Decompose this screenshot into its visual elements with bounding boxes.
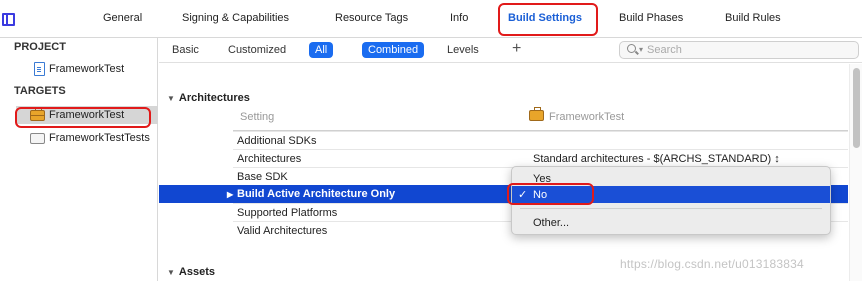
editor-tab-bar: General Signing & Capabilities Resource … <box>0 0 862 38</box>
tab-build-settings[interactable]: Build Settings <box>508 12 582 24</box>
setting-name: Build Active Architecture Only <box>237 188 396 200</box>
vertical-scrollbar[interactable] <box>849 64 862 281</box>
filter-customized[interactable]: Customized <box>222 42 292 58</box>
test-target-icon <box>30 132 45 144</box>
filter-levels[interactable]: Levels <box>441 42 485 58</box>
target-column-header: FrameworkTest <box>549 111 625 123</box>
tab-build-rules[interactable]: Build Rules <box>725 12 781 24</box>
scrollbar-thumb[interactable] <box>853 68 860 148</box>
table-row[interactable]: Additional SDKs <box>233 131 848 149</box>
setting-name: Valid Architectures <box>237 224 328 237</box>
setting-name: Additional SDKs <box>237 134 317 147</box>
section-assets[interactable]: ▼ Assets <box>167 266 215 278</box>
tab-build-phases[interactable]: Build Phases <box>619 12 683 24</box>
settings-filter-bar: Basic Customized All Combined Levels + ▾ <box>159 38 862 63</box>
nav-item-label: FrameworkTestTests <box>49 132 150 144</box>
setting-name: Architectures <box>237 152 302 165</box>
menu-item-no[interactable]: ✓ No <box>512 186 830 203</box>
section-architectures[interactable]: ▼ Architectures <box>167 92 250 104</box>
menu-item-label: No <box>533 188 548 201</box>
filter-combined[interactable]: Combined <box>362 42 425 58</box>
checkmark-icon: ✓ <box>518 189 528 201</box>
project-navigator: PROJECT FrameworkTest TARGETS FrameworkT… <box>0 38 158 281</box>
menu-item-other[interactable]: Other... <box>512 214 830 231</box>
setting-name: Base SDK <box>237 170 288 183</box>
watermark: https://blog.csdn.net/u013183834 <box>620 257 804 271</box>
filter-all[interactable]: All <box>309 42 334 58</box>
framework-target-icon <box>529 107 544 121</box>
disclosure-triangle-icon[interactable]: ▶ <box>227 190 233 199</box>
setting-name: Supported Platforms <box>237 206 338 219</box>
setting-column-header: Setting <box>240 111 275 123</box>
sidebar-toggle-icon[interactable] <box>2 13 15 26</box>
tab-resource-tags[interactable]: Resource Tags <box>335 12 408 24</box>
tab-info[interactable]: Info <box>450 12 468 24</box>
table-row[interactable]: Architectures Standard architectures - $… <box>233 149 848 167</box>
menu-item-label: Other... <box>533 216 570 229</box>
tab-signing-capabilities[interactable]: Signing & Capabilities <box>182 12 289 24</box>
nav-item-target-frameworktesttests[interactable]: FrameworkTestTests <box>16 129 158 147</box>
disclosure-triangle-icon: ▼ <box>167 268 175 277</box>
section-title-label: Assets <box>178 266 215 278</box>
filter-basic[interactable]: Basic <box>166 42 205 58</box>
setting-value[interactable]: Standard architectures - $(ARCHS_STANDAR… <box>533 153 780 165</box>
chevron-down-icon: ▾ <box>639 45 644 54</box>
project-header: PROJECT <box>14 41 66 53</box>
add-setting-button[interactable]: + <box>512 40 521 58</box>
value-popup-menu: Yes ✓ No Other... <box>511 166 831 235</box>
menu-item-yes[interactable]: Yes <box>512 170 830 187</box>
menu-item-label: Yes <box>533 172 551 185</box>
tab-general[interactable]: General <box>103 12 142 24</box>
menu-separator <box>520 208 822 209</box>
targets-header: TARGETS <box>14 85 66 97</box>
nav-item-project[interactable]: FrameworkTest <box>16 60 158 78</box>
search-icon <box>627 44 636 53</box>
project-file-icon <box>34 62 45 76</box>
nav-item-label: FrameworkTest <box>49 109 125 121</box>
nav-item-target-frameworktest[interactable]: FrameworkTest <box>16 106 158 124</box>
disclosure-triangle-icon: ▼ <box>167 94 175 103</box>
search-input[interactable] <box>647 43 847 57</box>
framework-target-icon <box>30 106 45 121</box>
section-title-label: Architectures <box>178 92 250 104</box>
search-field[interactable]: ▾ <box>619 41 859 59</box>
nav-item-label: FrameworkTest <box>49 63 125 75</box>
